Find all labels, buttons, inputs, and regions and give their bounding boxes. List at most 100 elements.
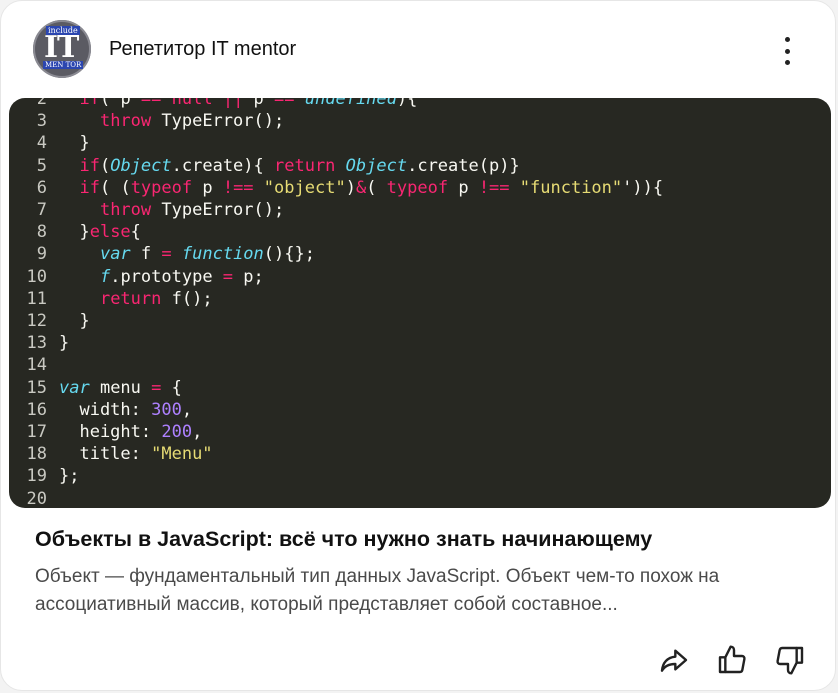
share-button[interactable]	[657, 643, 691, 677]
code-token: {	[161, 377, 182, 398]
code-line: 7 throw TypeError();	[9, 199, 663, 221]
code-token: if	[79, 98, 100, 109]
code-line: 17 height: 200,	[9, 421, 663, 443]
channel-name[interactable]: Репетитор IT mentor	[109, 38, 296, 61]
code-token: ){	[396, 98, 418, 109]
code-token: throw	[99, 111, 152, 132]
line-number: 6	[36, 177, 47, 198]
code-token: {	[130, 222, 141, 243]
avatar[interactable]: include IT MEN TOR	[33, 20, 91, 78]
code-token: title:	[59, 444, 152, 465]
code-token: "function"	[519, 177, 623, 198]
thumbs-down-icon	[776, 646, 804, 675]
code-line: 16 width: 300,	[9, 399, 663, 421]
line-number: 2	[36, 98, 47, 109]
code-token: height:	[59, 422, 162, 443]
code-line: 20	[9, 488, 663, 508]
page: include IT MEN TOR Репетитор IT mentor 2…	[0, 0, 838, 693]
line-number: 11	[26, 288, 47, 309]
code-token: =	[161, 244, 172, 265]
dislike-button[interactable]	[773, 643, 807, 677]
code-snippet: 2 if( p == null || p == undefined){3 thr…	[9, 98, 664, 508]
code-token: }	[59, 133, 90, 154]
article-preview-image[interactable]: 2 if( p == null || p == undefined){3 thr…	[9, 98, 831, 508]
code-token: (	[366, 177, 387, 198]
code-token: }	[59, 333, 70, 354]
code-line: 3 throw TypeError();	[9, 110, 663, 132]
code-token: &	[355, 177, 367, 198]
code-token: typeof	[386, 177, 449, 198]
article-card[interactable]: include IT MEN TOR Репетитор IT mentor 2…	[0, 0, 836, 691]
code-token: TypeError();	[151, 200, 285, 221]
code-token: Object	[110, 155, 172, 176]
line-number: 14	[26, 355, 47, 376]
code-token: ||	[222, 98, 244, 109]
code-token: .create){	[171, 155, 274, 176]
code-token: "object"	[263, 177, 346, 198]
code-line: 2 if( p == null || p == undefined){	[9, 98, 663, 110]
code-line: 18 title: "Menu"	[9, 443, 663, 465]
line-number: 15	[26, 377, 47, 398]
line-number: 3	[36, 111, 47, 132]
code-token: undefined	[304, 98, 397, 109]
code-token: ( p	[99, 98, 141, 109]
line-number: 13	[26, 333, 47, 354]
line-number: 20	[26, 488, 47, 508]
channel-header: include IT MEN TOR Репетитор IT mentor	[33, 19, 296, 79]
code-line: 10 f.prototype = p;	[9, 266, 663, 288]
share-icon	[660, 649, 688, 672]
code-line: 15 var menu = {	[9, 377, 663, 399]
code-line: 11 return f();	[9, 288, 663, 310]
code-line: 8 }else{	[9, 221, 663, 243]
line-number: 18	[26, 444, 47, 465]
code-token: ( (	[99, 177, 131, 198]
article-snippet[interactable]: Объект — фундаментальный тип данных Java…	[35, 563, 805, 619]
code-token: .create(p)}	[407, 155, 520, 176]
code-token: width:	[59, 399, 152, 420]
code-token: p	[448, 177, 479, 198]
like-button[interactable]	[715, 643, 749, 677]
article-title[interactable]: Объекты в JavaScript: всё что нужно знат…	[35, 527, 815, 552]
line-number: 9	[36, 244, 47, 265]
action-bar	[657, 643, 807, 677]
code-token: .prototype	[110, 266, 223, 287]
code-token: ,	[192, 422, 203, 443]
avatar-text-bottom: MEN TOR	[43, 61, 84, 69]
code-token: !==	[478, 177, 510, 198]
line-number: 8	[36, 222, 47, 243]
line-number: 12	[26, 311, 47, 332]
code-token: ==	[274, 98, 295, 109]
code-token: )	[345, 177, 356, 198]
code-token: };	[59, 466, 80, 487]
code-token: else	[89, 222, 131, 243]
code-line: 6 if( (typeof p !== "object")&( typeof p…	[9, 177, 663, 199]
code-line: 13}	[9, 332, 663, 354]
code-token: Object	[345, 155, 408, 176]
code-token: return	[99, 288, 162, 309]
code-line: 14	[9, 354, 663, 376]
code-token: }	[59, 311, 90, 332]
line-number: 16	[26, 399, 47, 420]
code-token: throw	[99, 200, 152, 221]
code-token: p	[192, 177, 223, 198]
code-token: typeof	[130, 177, 193, 198]
code-token: =	[151, 377, 162, 398]
code-token: if	[79, 155, 100, 176]
more-options-button[interactable]	[777, 37, 797, 65]
line-number: 5	[36, 155, 47, 176]
line-number: 10	[26, 266, 47, 287]
code-token: p;	[233, 266, 264, 287]
code-token: (	[99, 155, 111, 176]
code-token: 200	[161, 422, 193, 443]
line-number: 17	[26, 422, 47, 443]
